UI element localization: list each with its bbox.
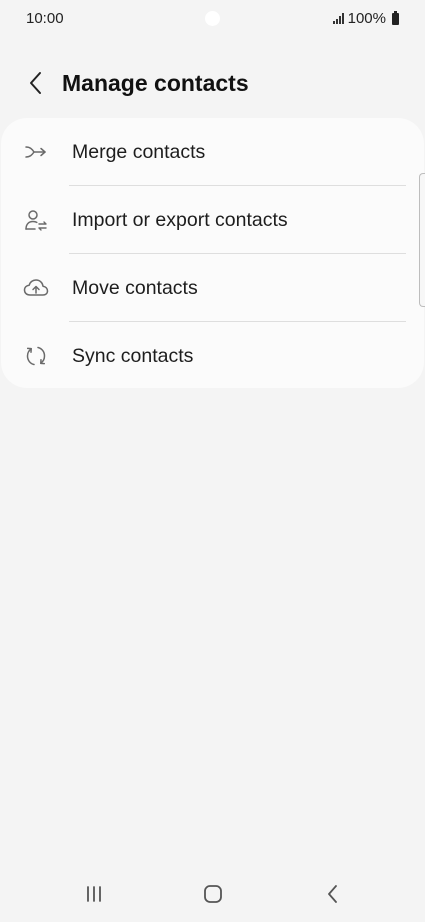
person-transfer-icon [23,207,49,233]
menu-item-label: Merge contacts [72,140,206,163]
menu-item-label: Sync contacts [72,344,194,367]
home-button[interactable] [189,878,237,910]
scroll-indicator[interactable] [419,173,425,307]
merge-arrow-icon [23,139,49,165]
back-icon [328,885,337,903]
recents-icon [87,886,101,902]
menu-item-sync-contacts[interactable]: Sync contacts [1,322,424,388]
status-indicators: 100% [332,10,399,27]
app-header: Manage contacts [0,62,425,104]
recents-button[interactable] [70,878,118,910]
back-button[interactable] [14,62,58,104]
menu-item-move-contacts[interactable]: Move contacts [1,254,424,322]
camera-cutout [205,11,220,26]
battery-icon [392,10,399,25]
chevron-left-icon [30,72,41,94]
status-time: 10:00 [26,10,64,27]
menu-item-merge-contacts[interactable]: Merge contacts [1,118,424,186]
system-back-button[interactable] [309,878,357,910]
battery-percentage: 100% [347,10,386,27]
sync-icon [23,343,49,369]
page-title: Manage contacts [62,69,249,96]
menu-item-label: Import or export contacts [72,208,288,231]
status-bar: 10:00 100% [0,0,425,38]
manage-contacts-menu: Merge contacts Import or export contacts… [1,118,424,388]
menu-item-import-export-contacts[interactable]: Import or export contacts [1,186,424,254]
menu-item-label: Move contacts [72,276,198,299]
signal-icon [332,13,344,24]
home-icon [204,885,222,903]
cloud-upload-icon [23,275,49,301]
navigation-bar [0,866,425,922]
